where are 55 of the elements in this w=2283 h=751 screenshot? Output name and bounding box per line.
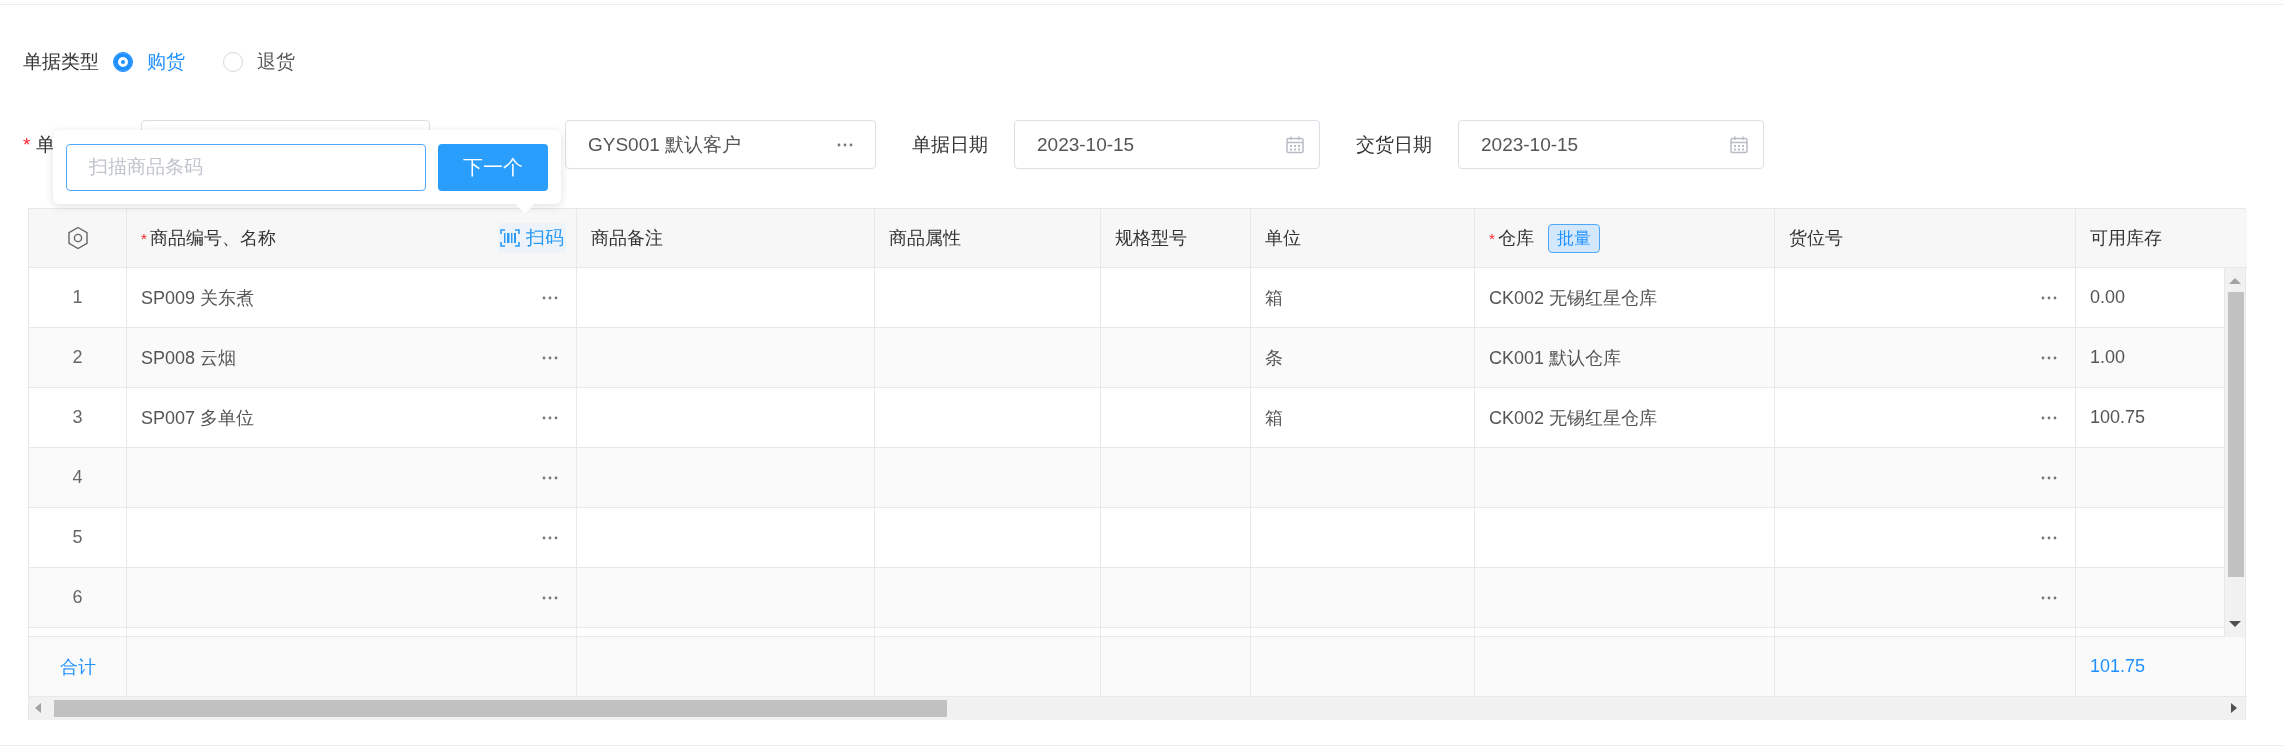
table-cell-text: CK002 无锡红星仓库 bbox=[1489, 286, 1658, 310]
row-number: 1 bbox=[72, 287, 83, 308]
horizontal-scrollbar[interactable] bbox=[29, 697, 2245, 720]
barcode-input[interactable]: 扫描商品条码 bbox=[66, 143, 426, 191]
field-label: 交货日期 bbox=[1356, 132, 1433, 157]
table-cell: 1.00 bbox=[2090, 347, 2126, 368]
row-number: 4 bbox=[72, 467, 83, 488]
table-cell-text: CK002 无锡红星仓库 bbox=[1489, 406, 1658, 430]
table-cell-text: SP007 多单位 bbox=[141, 406, 255, 430]
table-cell: 0.00 bbox=[2090, 287, 2126, 308]
row-number: 2 bbox=[72, 347, 83, 368]
column-header: * 商品编号、名称 bbox=[141, 227, 276, 250]
table-cell-text: SP008 云烟 bbox=[141, 346, 237, 370]
more-icon[interactable] bbox=[2041, 595, 2057, 600]
table-cell-text: 条 bbox=[1265, 346, 1283, 370]
table-cell-text: SP009 关东煮 bbox=[141, 286, 255, 310]
more-icon[interactable] bbox=[542, 595, 558, 600]
row-number: 5 bbox=[72, 527, 83, 548]
settings-icon[interactable] bbox=[66, 226, 89, 250]
column-header: 可用库存 bbox=[2090, 227, 2162, 250]
column-header: 规格型号 bbox=[1115, 227, 1187, 250]
table-cell-text: 箱 bbox=[1265, 406, 1283, 430]
more-icon[interactable] bbox=[2041, 415, 2057, 420]
column-header: 商品属性 bbox=[889, 227, 961, 250]
more-icon[interactable] bbox=[837, 142, 853, 147]
row-number: 6 bbox=[72, 587, 83, 608]
more-icon[interactable] bbox=[2041, 475, 2057, 480]
table-cell-text: 箱 bbox=[1265, 286, 1283, 310]
more-icon[interactable] bbox=[542, 475, 558, 480]
more-icon[interactable] bbox=[2041, 295, 2057, 300]
table-cell: 100.75 bbox=[2090, 407, 2146, 428]
more-icon[interactable] bbox=[542, 295, 558, 300]
date-field[interactable]: 2023-10-15 bbox=[1458, 120, 1764, 169]
radio-option[interactable]: 退货 bbox=[223, 49, 295, 75]
field-label: 单据类型 bbox=[23, 50, 99, 74]
column-header: * 仓库 bbox=[1489, 227, 1534, 250]
more-icon[interactable] bbox=[2041, 355, 2057, 360]
column-header: 单位 bbox=[1265, 227, 1301, 250]
total-value: 101.75 bbox=[2090, 656, 2146, 677]
total-label: 合计 bbox=[59, 655, 96, 679]
supplier-field[interactable]: GYS001 默认客户 bbox=[565, 120, 876, 169]
field-label: 单据日期 bbox=[912, 132, 989, 157]
row-number: 3 bbox=[72, 407, 83, 428]
table-cell-text: CK001 默认仓库 bbox=[1489, 346, 1622, 370]
more-icon[interactable] bbox=[542, 355, 558, 360]
vertical-scrollbar[interactable] bbox=[2225, 268, 2245, 637]
radio-icon[interactable] bbox=[113, 52, 133, 72]
more-icon[interactable] bbox=[2041, 535, 2057, 540]
date-field[interactable]: 2023-10-15 bbox=[1014, 120, 1320, 169]
more-icon[interactable] bbox=[542, 535, 558, 540]
more-icon[interactable] bbox=[542, 415, 558, 420]
field-label: * 单 bbox=[23, 132, 56, 157]
column-header: 商品备注 bbox=[591, 227, 663, 250]
barcode-icon bbox=[500, 229, 520, 247]
column-header: 货位号 bbox=[1789, 227, 1843, 250]
